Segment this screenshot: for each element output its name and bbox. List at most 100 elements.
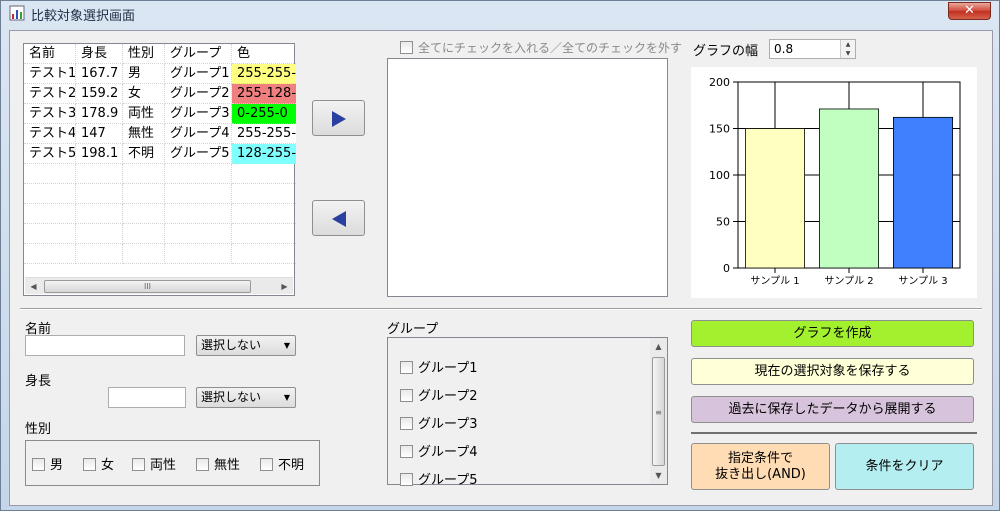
table-row[interactable]: テスト5 198.1 不明 グループ5 128-255- — [24, 144, 296, 164]
scroll-down-icon[interactable]: ▼ — [650, 467, 667, 484]
table-cell[interactable] — [76, 184, 123, 204]
table-cell[interactable]: 198.1 — [76, 144, 123, 164]
table-cell[interactable]: 不明 — [123, 144, 165, 164]
table-cell[interactable] — [165, 204, 232, 224]
table-cell[interactable] — [76, 204, 123, 224]
table-cell[interactable] — [24, 224, 76, 244]
column-header[interactable]: 色 — [232, 44, 296, 64]
load-saved-button[interactable]: 過去に保存したデータから展開する — [691, 396, 974, 423]
column-header[interactable]: グループ — [165, 44, 232, 64]
table-row[interactable]: テスト3 178.9 両性 グループ3 0-255-0 — [24, 104, 296, 124]
table-cell[interactable] — [232, 244, 296, 264]
table-cell[interactable] — [232, 224, 296, 244]
table-cell[interactable] — [123, 184, 165, 204]
scroll-thumb[interactable]: III — [44, 280, 251, 293]
table-cell[interactable]: 147 — [76, 124, 123, 144]
table-cell[interactable] — [24, 244, 76, 264]
table-cell[interactable]: 178.9 — [76, 104, 123, 124]
gender-checkbox-female[interactable]: 女 — [83, 454, 114, 473]
gender-checkbox-unknown[interactable]: 不明 — [260, 454, 304, 473]
table-cell[interactable]: 128-255- — [232, 144, 296, 164]
close-button[interactable]: ✕ — [948, 2, 991, 20]
table-cell[interactable]: テスト3 — [24, 104, 76, 124]
group-checkbox-3[interactable]: グループ3 — [400, 413, 478, 432]
table-row[interactable]: テスト4 147 無性 グループ4 255-255- — [24, 124, 296, 144]
group-checkbox-5[interactable]: グループ5 — [400, 469, 478, 488]
table-cell[interactable]: 255-255- — [232, 124, 296, 144]
table-cell[interactable]: 255-128- — [232, 84, 296, 104]
group-checklist[interactable]: グループ1 グループ2 グループ3 グループ4 グループ5 ▲ ≡ ▼ — [387, 337, 668, 488]
table-cell[interactable]: 255-255- — [232, 64, 296, 84]
table-cell[interactable] — [76, 164, 123, 184]
column-header[interactable]: 名前 — [24, 44, 76, 64]
table-cell[interactable]: グループ4 — [165, 124, 232, 144]
select-all-checkbox[interactable]: 全てにチェックを入れる／全てのチェックを外す — [400, 39, 682, 56]
make-graph-button[interactable]: グラフを作成 — [691, 320, 974, 347]
table-cell[interactable] — [24, 184, 76, 204]
table-row[interactable]: テスト1 167.7 男グループ1 255-255- — [24, 64, 296, 84]
table-row[interactable] — [24, 184, 296, 204]
save-selection-button[interactable]: 現在の選択対象を保存する — [691, 358, 974, 385]
gender-checkbox-both[interactable]: 両性 — [132, 454, 176, 473]
table-cell[interactable] — [123, 244, 165, 264]
table-cell[interactable]: テスト2 — [24, 84, 76, 104]
table-cell[interactable] — [232, 184, 296, 204]
name-match-select[interactable]: 選択しない ▼ — [196, 335, 296, 356]
table-cell[interactable]: 男 — [123, 64, 165, 84]
table-row[interactable] — [24, 164, 296, 184]
table-cell[interactable]: 女 — [123, 84, 165, 104]
table-cell[interactable] — [232, 164, 296, 184]
table-cell[interactable]: 両性 — [123, 104, 165, 124]
table-row[interactable] — [24, 204, 296, 224]
table-row[interactable] — [24, 244, 296, 264]
table-cell[interactable]: グループ2 — [165, 84, 232, 104]
table-cell[interactable] — [165, 164, 232, 184]
move-left-button[interactable] — [312, 200, 365, 236]
column-header[interactable]: 性別 — [123, 44, 165, 64]
table-cell[interactable] — [123, 224, 165, 244]
table-cell[interactable] — [165, 224, 232, 244]
selected-listbox[interactable] — [387, 58, 668, 297]
scroll-thumb[interactable]: ≡ — [652, 357, 665, 466]
table-cell[interactable]: テスト5 — [24, 144, 76, 164]
group-checkbox-1[interactable]: グループ1 — [400, 357, 478, 376]
scroll-right-icon[interactable]: ▶ — [276, 278, 293, 295]
height-match-select[interactable]: 選択しない ▼ — [196, 387, 296, 408]
table-cell[interactable]: テスト1 — [24, 64, 76, 84]
table-cell[interactable] — [123, 164, 165, 184]
table-cell[interactable] — [165, 244, 232, 264]
name-filter-input[interactable] — [25, 335, 185, 356]
spin-up-icon[interactable]: ▲ — [841, 40, 855, 49]
table-cell[interactable] — [76, 224, 123, 244]
table-cell[interactable]: 無性 — [123, 124, 165, 144]
column-header[interactable]: 身長 — [76, 44, 123, 64]
table-cell[interactable]: グループ3 — [165, 104, 232, 124]
table-cell[interactable]: グループ1 — [165, 64, 232, 84]
scroll-left-icon[interactable]: ◀ — [25, 278, 42, 295]
scroll-up-icon[interactable]: ▲ — [650, 338, 667, 355]
table-cell[interactable] — [24, 164, 76, 184]
height-filter-input[interactable] — [108, 387, 186, 408]
graph-width-spinner[interactable]: 0.8 ▲ ▼ — [769, 39, 856, 59]
table-cell[interactable]: テスト4 — [24, 124, 76, 144]
spin-down-icon[interactable]: ▼ — [841, 49, 855, 58]
gender-checkbox-male[interactable]: 男 — [32, 454, 63, 473]
clear-conditions-button[interactable]: 条件をクリア — [835, 443, 974, 490]
data-grid[interactable]: 名前 身長 性別 グループ 色 テスト1 167.7 男グループ1 255-255- テ… — [23, 43, 296, 296]
table-cell[interactable]: 0-255-0 — [232, 104, 296, 124]
table-cell[interactable] — [232, 204, 296, 224]
vertical-scrollbar[interactable]: ▲ ≡ ▼ — [650, 338, 667, 484]
table-cell[interactable]: 167.7 — [76, 64, 123, 84]
table-row[interactable] — [24, 224, 296, 244]
table-cell[interactable]: 159.2 — [76, 84, 123, 104]
horizontal-scrollbar[interactable]: ◀ III ▶ — [25, 277, 293, 294]
graph-width-value[interactable]: 0.8 — [774, 42, 793, 56]
table-cell[interactable] — [76, 244, 123, 264]
gender-checkbox-none[interactable]: 無性 — [196, 454, 240, 473]
table-row[interactable]: テスト2 159.2 女グループ2 255-128- — [24, 84, 296, 104]
move-right-button[interactable] — [312, 100, 365, 136]
table-cell[interactable] — [165, 184, 232, 204]
table-cell[interactable] — [123, 204, 165, 224]
group-checkbox-4[interactable]: グループ4 — [400, 441, 478, 460]
group-checkbox-2[interactable]: グループ2 — [400, 385, 478, 404]
